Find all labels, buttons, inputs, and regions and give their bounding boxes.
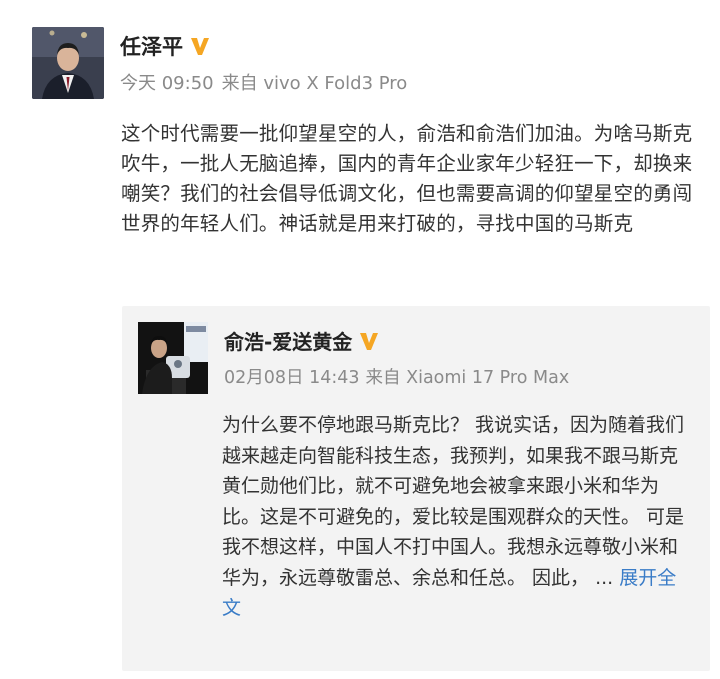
repost-meta: 02月08日 14:43 来自 Xiaomi 17 Pro Max xyxy=(224,364,575,389)
repost-avatar[interactable] xyxy=(138,322,208,394)
post-time[interactable]: 今天 09:50 xyxy=(120,73,214,94)
repost-body: 为什么要不停地跟马斯克比？ 我说实话，因为随着我们越来越走向智能科技生态，我预判… xyxy=(222,414,685,589)
author-name-link[interactable]: 任泽平 xyxy=(120,31,211,61)
avatar[interactable] xyxy=(32,27,104,99)
author-name: 任泽平 xyxy=(120,35,183,59)
repost-author-name: 俞浩-爱送黄金 xyxy=(224,330,353,354)
weibo-post-card: 任泽平 今天 09:50 来自 vivo X Fold3 Pro 这个时代需要一批… xyxy=(0,0,720,679)
verified-v-icon xyxy=(191,38,209,55)
repost-box[interactable]: 俞浩-爱送黄金 02月08日 14:43 来自 Xiaomi 17 Pro Max… xyxy=(122,306,710,671)
ellipsis: ... xyxy=(595,566,614,589)
post-text: 这个时代需要一批仰望星空的人，俞浩和俞浩们加油。为啥马斯克吹牛，一批人无脑追捧，… xyxy=(121,122,693,235)
repost-source[interactable]: 来自 Xiaomi 17 Pro Max xyxy=(366,368,570,388)
post-source[interactable]: 来自 vivo X Fold3 Pro xyxy=(222,73,408,94)
repost-time[interactable]: 02月08日 14:43 xyxy=(224,368,360,388)
post-meta: 今天 09:50 来自 vivo X Fold3 Pro xyxy=(120,69,415,95)
verified-v-icon xyxy=(360,332,379,350)
repost-text: 为什么要不停地跟马斯克比？ 我说实话，因为随着我们越来越走向智能科技生态，我预判… xyxy=(222,410,692,624)
repost-author-link[interactable]: 俞浩-爱送黄金 xyxy=(224,326,380,355)
